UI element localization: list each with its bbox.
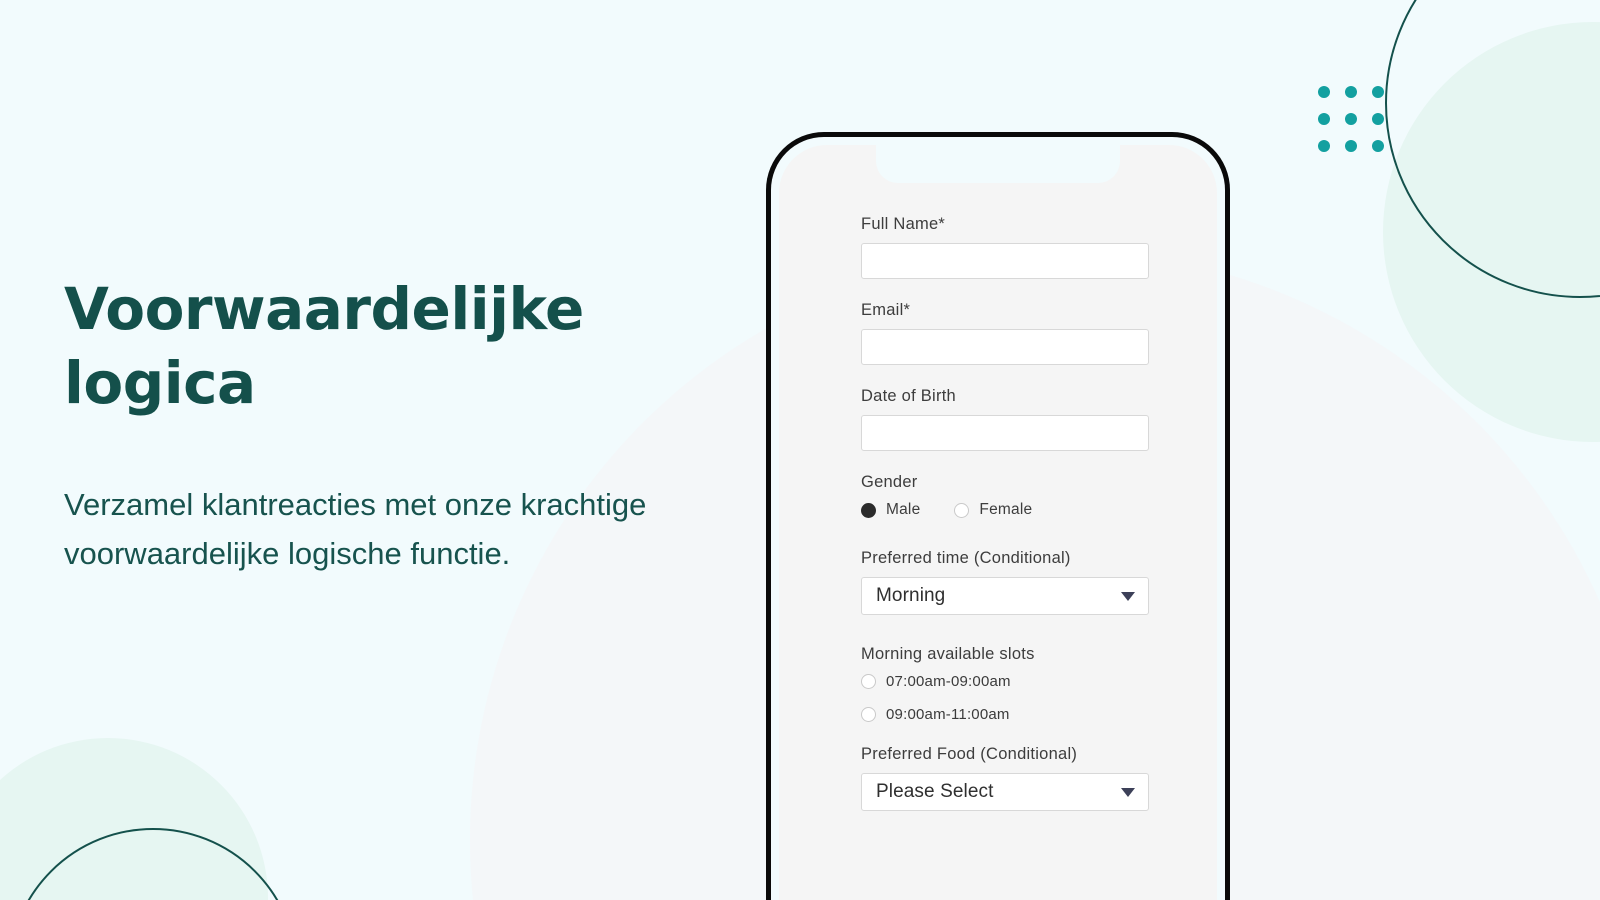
field-label-preferred-time: Preferred time (Conditional) — [861, 549, 1071, 567]
field-date-of-birth: Date of Birth — [861, 387, 1185, 451]
field-label-date-of-birth: Date of Birth — [861, 387, 956, 405]
field-label-morning-slots: Morning available slots — [861, 645, 1035, 663]
morning-slot-option-1[interactable]: 07:00am-09:00am — [861, 673, 1185, 690]
field-label-gender: Gender — [861, 473, 918, 491]
field-email: Email* — [861, 301, 1185, 365]
field-label-preferred-food: Preferred Food (Conditional) — [861, 745, 1078, 763]
page-title: Voorwaardelijke logica — [64, 275, 584, 417]
phone-screen: Full Name* Email* Date of Birth Gender M… — [779, 145, 1217, 900]
preferred-time-select[interactable]: Morning — [861, 577, 1149, 615]
circle-fill-top-right-icon — [1383, 22, 1600, 442]
email-input[interactable] — [861, 329, 1149, 365]
chevron-down-icon[interactable] — [1121, 787, 1135, 797]
radio-unselected-icon[interactable] — [861, 674, 876, 689]
radio-unselected-icon[interactable] — [861, 707, 876, 722]
preferred-food-value: Please Select — [876, 781, 994, 802]
field-label-email: Email* — [861, 301, 911, 319]
field-full-name: Full Name* — [861, 215, 1185, 279]
field-preferred-food: Preferred Food (Conditional) Please Sele… — [861, 745, 1185, 811]
morning-slots-radio-group: 07:00am-09:00am 09:00am-11:00am — [861, 673, 1185, 723]
phone-mockup: Full Name* Email* Date of Birth Gender M… — [766, 132, 1230, 900]
field-preferred-time: Preferred time (Conditional) Morning — [861, 549, 1185, 615]
gender-radio-male-label: Male — [886, 501, 921, 518]
gender-radio-female-label: Female — [979, 501, 1033, 518]
morning-slot-option-1-label: 07:00am-09:00am — [886, 673, 1011, 690]
full-name-input[interactable] — [861, 243, 1149, 279]
chevron-down-icon[interactable] — [1121, 591, 1135, 601]
gender-radio-group: Male Female — [861, 501, 1185, 519]
phone-notch — [876, 145, 1120, 183]
hero-copy: Voorwaardelijke logica Verzamel klantrea… — [64, 272, 704, 578]
survey-form: Full Name* Email* Date of Birth Gender M… — [779, 215, 1217, 833]
circle-outline-top-right-icon — [1385, 0, 1600, 298]
page-subtitle: Verzamel klantreacties met onze krachtig… — [64, 487, 647, 571]
circle-outline-bottom-left-icon — [8, 828, 298, 900]
field-label-full-name: Full Name* — [861, 215, 946, 233]
field-gender: Gender Male Female — [861, 473, 1185, 519]
morning-slot-option-2[interactable]: 09:00am-11:00am — [861, 706, 1185, 723]
radio-selected-icon[interactable] — [861, 502, 876, 518]
field-morning-slots: Morning available slots 07:00am-09:00am … — [861, 645, 1185, 723]
preferred-time-value: Morning — [876, 585, 946, 606]
gender-radio-male[interactable]: Male — [861, 501, 920, 519]
radio-unselected-icon[interactable] — [954, 502, 970, 518]
dot-grid-icon — [1318, 86, 1384, 152]
morning-slot-option-2-label: 09:00am-11:00am — [886, 706, 1010, 723]
date-of-birth-input[interactable] — [861, 415, 1149, 451]
gender-radio-female[interactable]: Female — [954, 501, 1032, 519]
preferred-food-select[interactable]: Please Select — [861, 773, 1149, 811]
circle-fill-bottom-left-icon — [0, 738, 268, 900]
